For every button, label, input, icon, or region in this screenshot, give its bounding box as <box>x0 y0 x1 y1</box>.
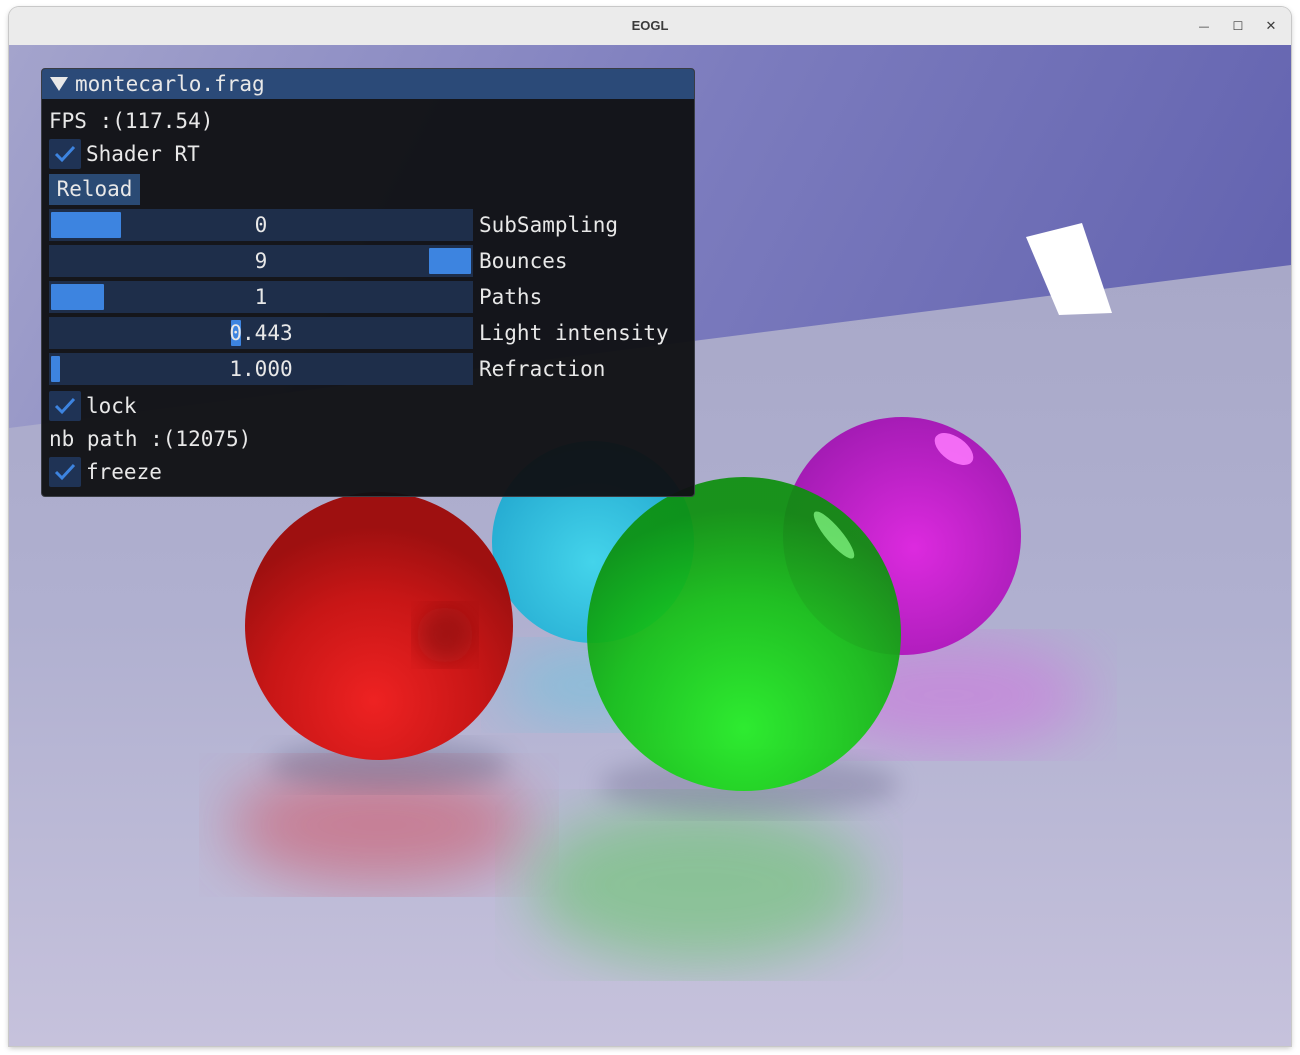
lock-label: lock <box>86 394 137 418</box>
minimize-icon: — <box>1198 19 1210 33</box>
checkmark-icon <box>54 397 76 415</box>
nb-path-readout: nb path :(12075) <box>49 427 252 451</box>
slider-value: 1 <box>254 285 268 309</box>
slider-refraction[interactable]: 1.000 <box>49 353 473 385</box>
title-bar[interactable]: EOGL — ☐ ✕ <box>9 7 1291 46</box>
render-viewport[interactable]: montecarlo.frag FPS :(117.54) Shader RT … <box>9 45 1291 1046</box>
shader-control-panel[interactable]: montecarlo.frag FPS :(117.54) Shader RT … <box>41 68 695 497</box>
checkmark-icon <box>54 463 76 481</box>
reload-button[interactable]: Reload <box>49 174 140 205</box>
lock-checkbox[interactable] <box>49 391 81 421</box>
maximize-icon: ☐ <box>1232 19 1244 33</box>
green-sphere <box>587 477 901 791</box>
minimize-button[interactable]: — <box>1193 15 1215 37</box>
shader-rt-checkbox[interactable] <box>49 139 81 169</box>
close-button[interactable]: ✕ <box>1260 15 1282 37</box>
window-title: EOGL <box>631 18 669 33</box>
green-caustic <box>529 805 869 965</box>
panel-title: montecarlo.frag <box>75 72 265 96</box>
slider-light-intensity[interactable]: 0.443 <box>49 317 473 349</box>
freeze-checkbox[interactable] <box>49 457 81 487</box>
slider-bounces[interactable]: 9 <box>49 245 473 277</box>
collapse-triangle-icon[interactable] <box>50 77 68 91</box>
app-window: EOGL — ☐ ✕ montecarlo.frag FPS:(117.54)… <box>9 7 1291 1046</box>
checkmark-icon <box>54 145 76 163</box>
panel-header[interactable]: montecarlo.frag <box>42 69 694 99</box>
slider-subsampling[interactable]: 0 <box>49 209 473 241</box>
slider-label: Bounces <box>479 249 568 273</box>
slider-value: 0 <box>254 213 268 237</box>
close-icon: ✕ <box>1265 18 1277 34</box>
red-inner-shadow <box>417 607 473 663</box>
fps-readout: FPS :(117.54) <box>49 109 214 133</box>
slider-label: Paths <box>479 285 543 309</box>
slider-label: Light intensity <box>479 321 669 345</box>
slider-value: 9 <box>254 249 268 273</box>
slider-value: 1.000 <box>229 357 293 381</box>
slider-label: Refraction <box>479 357 606 381</box>
freeze-label: freeze <box>86 460 162 484</box>
red-sphere <box>245 492 513 760</box>
shader-rt-label: Shader RT <box>86 142 200 166</box>
slider-paths[interactable]: 1 <box>49 281 473 313</box>
slider-value: 0.443 <box>229 321 293 345</box>
slider-label: SubSampling <box>479 213 619 237</box>
maximize-button[interactable]: ☐ <box>1227 15 1249 37</box>
